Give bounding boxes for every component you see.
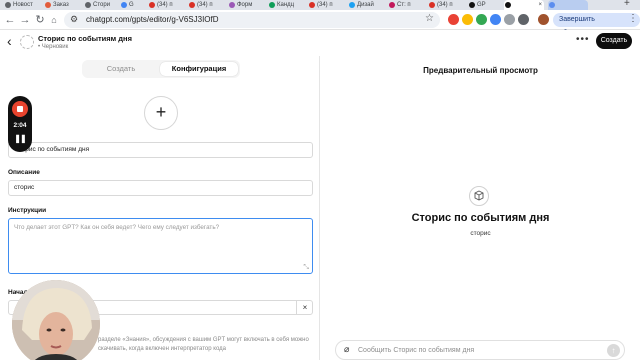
message-placeholder: Сообщить Сторис по событиям дня xyxy=(358,347,475,354)
tab-favicon-icon xyxy=(429,2,435,8)
browser-tab[interactable]: (34) п xyxy=(148,0,186,10)
browser-tab[interactable]: Кандц xyxy=(268,0,306,10)
message-input[interactable]: ⌀ Сообщить Сторис по событиям дня ↑ xyxy=(335,340,625,360)
extension-icon[interactable] xyxy=(462,14,473,25)
browser-tab[interactable]: Заказ xyxy=(44,0,82,10)
extension-icon[interactable] xyxy=(490,14,501,25)
preview-gpt-description: сторис xyxy=(470,230,491,237)
tab-favicon-icon xyxy=(85,2,91,8)
url-text: chatgpt.com/gpts/editor/g-V6SJ3IOfD xyxy=(86,15,219,24)
tab-favicon-icon xyxy=(309,2,315,8)
stop-recording-button[interactable] xyxy=(12,101,28,117)
instructions-placeholder: Что делает этот GPT? Как он себя ведет? … xyxy=(14,224,220,231)
extension-icon[interactable] xyxy=(448,14,459,25)
finish-update-button[interactable]: Завершить обновление xyxy=(553,13,640,37)
tab-create[interactable]: Создать xyxy=(84,62,158,76)
tab-favicon-icon xyxy=(229,2,235,8)
tab-configuration[interactable]: Конфигурация xyxy=(160,62,238,76)
webcam-bubble xyxy=(12,280,100,360)
reload-icon[interactable]: ↻ xyxy=(33,12,47,28)
tab-favicon-icon xyxy=(269,2,275,8)
browser-tab-active[interactable]: × xyxy=(504,0,544,10)
back-arrow-icon[interactable]: ← xyxy=(3,12,17,28)
extension-icon[interactable] xyxy=(504,14,515,25)
stop-icon xyxy=(17,106,23,112)
name-field[interactable]: Сторис по событиям дня xyxy=(8,142,313,158)
screen-recorder-widget: 2:04 ❚❚ xyxy=(8,96,32,152)
new-tab-icon[interactable]: + xyxy=(624,0,630,9)
tab-favicon-icon xyxy=(5,2,11,8)
tab-favicon-icon xyxy=(505,2,511,8)
site-settings-icon[interactable]: ⚙ xyxy=(70,14,78,25)
browser-tab[interactable]: (34) п xyxy=(188,0,226,10)
preview-title: Предварительный просмотр xyxy=(423,66,538,75)
instructions-label: Инструкции xyxy=(8,207,47,214)
tab-favicon-icon xyxy=(469,2,475,8)
add-image-button[interactable]: + xyxy=(144,96,178,130)
send-arrow-icon[interactable]: ↑ xyxy=(607,344,620,357)
preview-panel: Предварительный просмотр Сторис по событ… xyxy=(321,56,640,360)
webcam-person-image xyxy=(12,280,100,360)
gpt-avatar-placeholder[interactable] xyxy=(20,35,34,49)
draft-status: • Черновик xyxy=(38,44,69,50)
browser-tab[interactable]: Дизай xyxy=(348,0,386,10)
tab-favicon-icon xyxy=(45,2,51,8)
forward-arrow-icon[interactable]: → xyxy=(18,12,32,28)
address-bar[interactable]: ⚙ chatgpt.com/gpts/editor/g-V6SJ3IOfD ☆ xyxy=(64,12,440,28)
browser-toolbar: ← → ↻ ⌂ ⚙ chatgpt.com/gpts/editor/g-V6SJ… xyxy=(0,10,640,37)
more-options-button[interactable]: ••• xyxy=(576,34,590,45)
create-button[interactable]: Создать xyxy=(596,33,632,49)
tab-favicon-icon xyxy=(549,2,555,8)
description-field[interactable]: сторис xyxy=(8,180,313,196)
browser-tab-strip: Новост Заказ Стори G (34) п (34) п Форм … xyxy=(0,0,640,10)
browser-tab[interactable]: (34) п xyxy=(308,0,346,10)
tab-favicon-icon xyxy=(189,2,195,8)
browser-tab[interactable]: Новост xyxy=(4,0,42,10)
tab-favicon-icon xyxy=(149,2,155,8)
resize-handle-icon[interactable]: ⤡ xyxy=(303,264,309,272)
cube-icon xyxy=(469,186,489,206)
instructions-textarea[interactable]: Что делает этот GPT? Как он себя ведет? … xyxy=(8,218,313,274)
preview-gpt-name: Сторис по событиям дня xyxy=(411,212,550,224)
gpt-editor-header: ‹ Сторис по событиям дня • Черновик ••• … xyxy=(0,30,640,56)
browser-menu-icon[interactable]: ⋮ xyxy=(628,13,638,24)
knowledge-help-text: разделе «Знания», обсуждения с вашим GPT… xyxy=(98,337,309,352)
gpt-title: Сторис по событиям дня xyxy=(38,34,132,43)
browser-tab[interactable]: Ст: п xyxy=(388,0,426,10)
bookmark-star-icon[interactable]: ☆ xyxy=(425,13,434,24)
home-icon[interactable]: ⌂ xyxy=(47,12,61,28)
pause-icon[interactable]: ❚❚ xyxy=(8,134,32,143)
recording-timer: 2:04 xyxy=(13,122,27,129)
browser-tab[interactable]: Стори xyxy=(84,0,118,10)
clear-icon[interactable]: × xyxy=(296,300,313,315)
mode-toggle: Создать Конфигурация xyxy=(82,60,240,78)
profile-avatar[interactable] xyxy=(538,14,549,25)
browser-tab[interactable]: GP xyxy=(468,0,502,10)
description-label: Описание xyxy=(8,169,40,176)
close-tab-icon[interactable]: × xyxy=(538,0,542,10)
browser-tab[interactable]: G xyxy=(120,0,146,10)
tab-favicon-icon xyxy=(349,2,355,8)
tab-favicon-icon xyxy=(389,2,395,8)
browser-tab[interactable] xyxy=(548,0,588,10)
paperclip-icon[interactable]: ⌀ xyxy=(344,344,349,355)
browser-tab[interactable]: Форм xyxy=(228,0,266,10)
tab-favicon-icon xyxy=(121,2,127,8)
extension-icon[interactable] xyxy=(518,14,529,25)
extension-icon[interactable] xyxy=(476,14,487,25)
back-chevron-icon[interactable]: ‹ xyxy=(7,33,12,49)
browser-tab[interactable]: (34) п xyxy=(428,0,466,10)
